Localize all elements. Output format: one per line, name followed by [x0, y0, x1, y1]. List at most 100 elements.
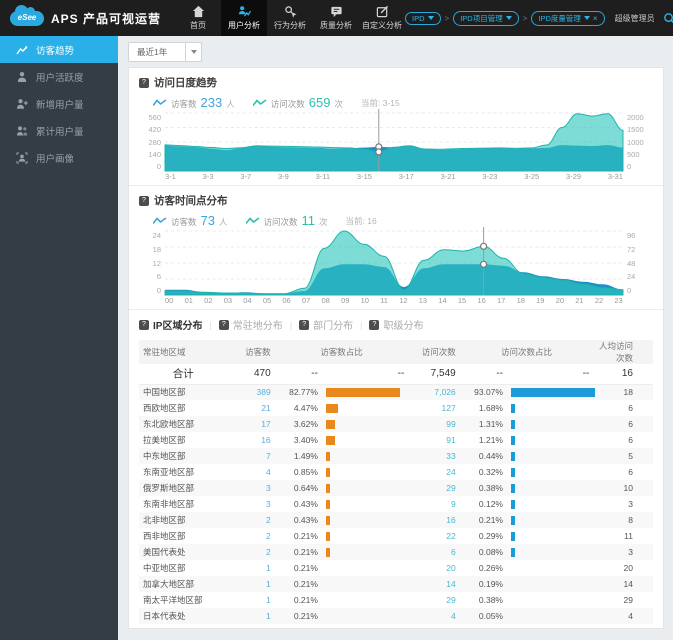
- visits-cell[interactable]: 29: [408, 592, 459, 608]
- visits-pct-cell: 93.07%: [474, 387, 503, 398]
- visitors-cell[interactable]: 1: [227, 560, 274, 576]
- visitors-pct-cell: 0.21%: [293, 595, 318, 605]
- x-axis-tick: 02: [204, 296, 213, 305]
- close-icon[interactable]: [593, 14, 598, 23]
- chevron-down-icon[interactable]: [185, 43, 201, 61]
- tab-separator: [360, 320, 362, 330]
- region-cell: 加拿大地区部: [143, 579, 195, 589]
- sidebar-item-total-users[interactable]: 累计用户量: [0, 117, 118, 144]
- sidebar-item-user-activity[interactable]: 用户活跃度: [0, 63, 118, 90]
- visitors-cell[interactable]: 7: [227, 448, 274, 464]
- visitors-cell[interactable]: 21: [227, 400, 274, 416]
- nav-item-home[interactable]: 首页: [175, 0, 221, 36]
- visits-cell[interactable]: 91: [408, 432, 459, 448]
- help-icon[interactable]: [139, 195, 149, 206]
- nav-item-behavior-analysis[interactable]: 行为分析: [267, 0, 313, 36]
- visits-cell[interactable]: 99: [408, 416, 459, 432]
- visits-cell[interactable]: 14: [408, 576, 459, 592]
- visitors-bar: [325, 500, 330, 510]
- visitors-cell[interactable]: 2: [227, 528, 274, 544]
- x-axis-tick: 16: [477, 296, 486, 305]
- visits-legend[interactable]: 访问次数 11 次: [245, 213, 328, 228]
- breadcrumb-pill-project[interactable]: IPD项目管理: [453, 10, 519, 26]
- breadcrumb-pill-measure[interactable]: IPD度量管理: [531, 10, 605, 26]
- x-axis-tick: 10: [360, 296, 369, 305]
- nav-item-custom-analysis[interactable]: 自定义分析: [359, 0, 405, 36]
- visits-legend[interactable]: 访问次数 659 次: [252, 95, 343, 110]
- x-axis-tick: 20: [555, 296, 565, 305]
- visitors-cell[interactable]: 389: [227, 384, 274, 400]
- visits-cell[interactable]: 127: [408, 400, 459, 416]
- visitors-cell[interactable]: 17: [227, 416, 274, 432]
- visits-pct-cell: 0.05%: [478, 611, 503, 621]
- hourly-distribution-chart[interactable]: [164, 227, 624, 296]
- hourly-section: 访客时间点分布 访客数 73 人 访问次数 11 次 当前: 16: [129, 185, 663, 309]
- visits-cell[interactable]: 6: [408, 544, 459, 560]
- visits-bar-cell: [507, 528, 593, 544]
- help-icon[interactable]: [139, 77, 149, 88]
- x-axis-tick: 15: [457, 296, 467, 305]
- sidebar-item-new-users[interactable]: 新增用户量: [0, 90, 118, 117]
- visitors-cell[interactable]: 2: [227, 544, 274, 560]
- visitors-cell[interactable]: 1: [227, 576, 274, 592]
- main-content: 最近1年 访问日度趋势 访客数 233 人 访问次数 6 5 9: [118, 36, 673, 640]
- visits-cell[interactable]: 33: [408, 448, 459, 464]
- visitors-cell[interactable]: 3: [227, 480, 274, 496]
- visits-cell[interactable]: 22: [408, 528, 459, 544]
- x-axis-tick: 3-11: [315, 172, 331, 181]
- visits-bar-cell: [507, 576, 593, 592]
- visits-bar-cell: [507, 384, 595, 400]
- visitors-cell[interactable]: 2: [227, 512, 274, 528]
- current-point-label: 当前: 16: [345, 215, 377, 226]
- visitors-cell[interactable]: 1: [227, 608, 274, 624]
- axis-tick: 500: [627, 149, 640, 159]
- visits-cell[interactable]: 20: [408, 560, 459, 576]
- axis-tick: 2000: [627, 113, 644, 122]
- visits-cell[interactable]: 4: [408, 608, 459, 624]
- help-icon: [218, 319, 229, 330]
- date-range-select[interactable]: 最近1年: [128, 42, 203, 62]
- visitors-pct-cell: 0.21%: [293, 579, 318, 589]
- avg-visits-cell: 4: [628, 611, 633, 621]
- visitors-pct-cell: 4.47%: [293, 403, 318, 413]
- table-row: 中亚地区部 1 0.21% 20 0.26% 20: [139, 560, 653, 576]
- visitors-cell[interactable]: 1: [227, 592, 274, 608]
- visitors-cell[interactable]: 3: [227, 496, 274, 512]
- visitors-legend[interactable]: 访客数 233 人: [153, 95, 235, 110]
- x-axis-tick: 17: [497, 296, 506, 305]
- visits-cell[interactable]: 9: [408, 496, 459, 512]
- search-icon[interactable]: [663, 12, 673, 25]
- breadcrumb-pill-ipd[interactable]: IPD: [405, 11, 441, 25]
- x-axis-tick: 00: [165, 296, 174, 305]
- breadcrumb-separator: [523, 14, 528, 23]
- x-axis-labels: 00 01 02 03 04 05 06 07 08 09 10 11 12 13 14 15 16 17 18 19…: [165, 296, 623, 305]
- visitors-pct-cell: 0.21%: [293, 547, 318, 557]
- current-point-label: 当前: 3-15: [360, 97, 400, 108]
- tab-residence[interactable]: 常驻地分布: [218, 317, 283, 332]
- visits-cell[interactable]: 29: [408, 480, 459, 496]
- avg-visits-cell: 8: [628, 515, 633, 525]
- daily-trend-chart[interactable]: [164, 109, 624, 172]
- visits-cell[interactable]: 7,026: [408, 384, 459, 400]
- visits-cell[interactable]: 24: [408, 464, 459, 480]
- total-row: 合计 470 -- -- 7,549 -- -- 16: [139, 364, 653, 385]
- visits-pct-cell: 0.08%: [478, 547, 503, 557]
- visitors-pct-cell: 0.21%: [293, 563, 318, 573]
- visits-bar-cell: [507, 560, 593, 576]
- visitors-cell[interactable]: 4: [227, 464, 274, 480]
- visitors-legend[interactable]: 访客数 73 人: [153, 213, 228, 228]
- sidebar-item-user-portrait[interactable]: 用户画像: [0, 144, 118, 171]
- visitors-bar-cell: [322, 512, 408, 528]
- sidebar-item-visitor-trend[interactable]: 访客趋势: [0, 36, 118, 63]
- visits-cell[interactable]: 16: [408, 512, 459, 528]
- nav-item-quality-analysis[interactable]: 质量分析: [313, 0, 359, 36]
- tab-ip-region[interactable]: IP区域分布: [139, 317, 202, 332]
- x-axis-tick: 06: [282, 296, 291, 305]
- axis-tick: 140: [148, 149, 161, 159]
- tab-grade[interactable]: 职级分布: [369, 317, 423, 332]
- nav-item-user-analysis[interactable]: 用户分析: [221, 0, 268, 36]
- visitors-cell[interactable]: 16: [227, 432, 274, 448]
- tab-department[interactable]: 部门分布: [299, 317, 353, 332]
- axis-tick: 6: [156, 272, 161, 282]
- user-role: 超级管理员: [614, 13, 655, 23]
